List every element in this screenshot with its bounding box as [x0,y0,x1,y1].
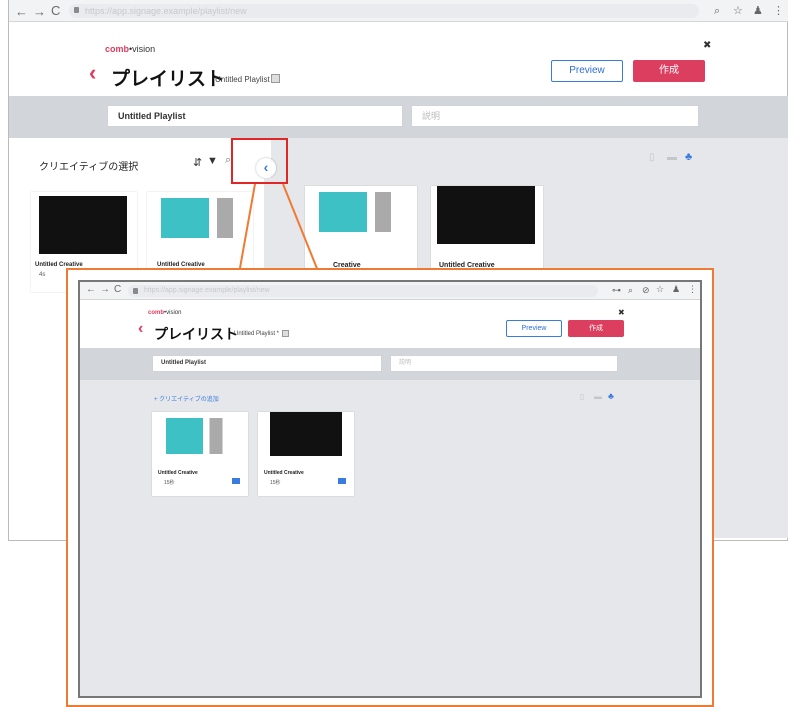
profile-icon[interactable]: ♟ [672,284,680,295]
app-logo: comb•vision [148,310,182,316]
block-icon[interactable]: ⊘ [642,285,650,296]
back-icon[interactable]: ← [86,285,96,295]
creative-duration: 15秒 [164,480,175,486]
creative-thumbnail [270,412,342,456]
back-chevron-icon[interactable]: ‹ [138,320,143,338]
creative-title: Untitled Creative [158,470,198,476]
creative-badge-icon [338,478,346,484]
trash-icon[interactable]: ▯ [580,392,584,401]
key-icon[interactable]: ⊶ [612,285,621,296]
creative-duration: 15秒 [270,480,281,486]
playlist-name-input[interactable]: Untitled Playlist [152,355,382,372]
inset-window: ← → C https://app.signage.example/playli… [78,280,702,698]
add-creative-link[interactable]: + クリエイティブの追加 [154,394,219,403]
bookmark-star-icon[interactable]: ☆ [656,284,664,295]
creative-badge-icon [232,478,240,484]
lock-icon [133,288,138,294]
description-input[interactable]: 説明 [390,355,618,372]
creative-card[interactable]: Untitled Creative 15秒 [258,412,354,496]
preview-button[interactable]: Preview [506,320,562,337]
zoom-icon[interactable]: ⌕ [628,285,633,296]
address-bar[interactable]: https://app.signage.example/playlist/new [128,285,598,297]
menu-icon[interactable]: ⋮ [688,284,697,295]
url-text: https://app.signage.example/playlist/new [144,287,270,294]
page-title: プレイリスト [154,326,238,342]
video-icon[interactable]: ▬ [594,392,602,401]
close-icon[interactable]: ✖ [618,308,625,317]
creative-thumbnail [166,418,230,454]
creative-card[interactable]: Untitled Creative 15秒 [152,412,248,496]
group-icon[interactable]: ♣ [608,391,614,401]
forward-icon[interactable]: → [100,285,110,295]
callout-frame: ← → C https://app.signage.example/playli… [66,268,714,707]
reload-icon[interactable]: C [114,285,121,295]
edit-pencil-icon[interactable] [282,330,289,337]
creative-title: Untitled Creative [264,470,304,476]
inset-browser-toolbar: ← → C https://app.signage.example/playli… [80,282,700,300]
create-button[interactable]: 作成 [568,320,624,337]
playlist-name-label: Untitled Playlist * [234,331,280,337]
